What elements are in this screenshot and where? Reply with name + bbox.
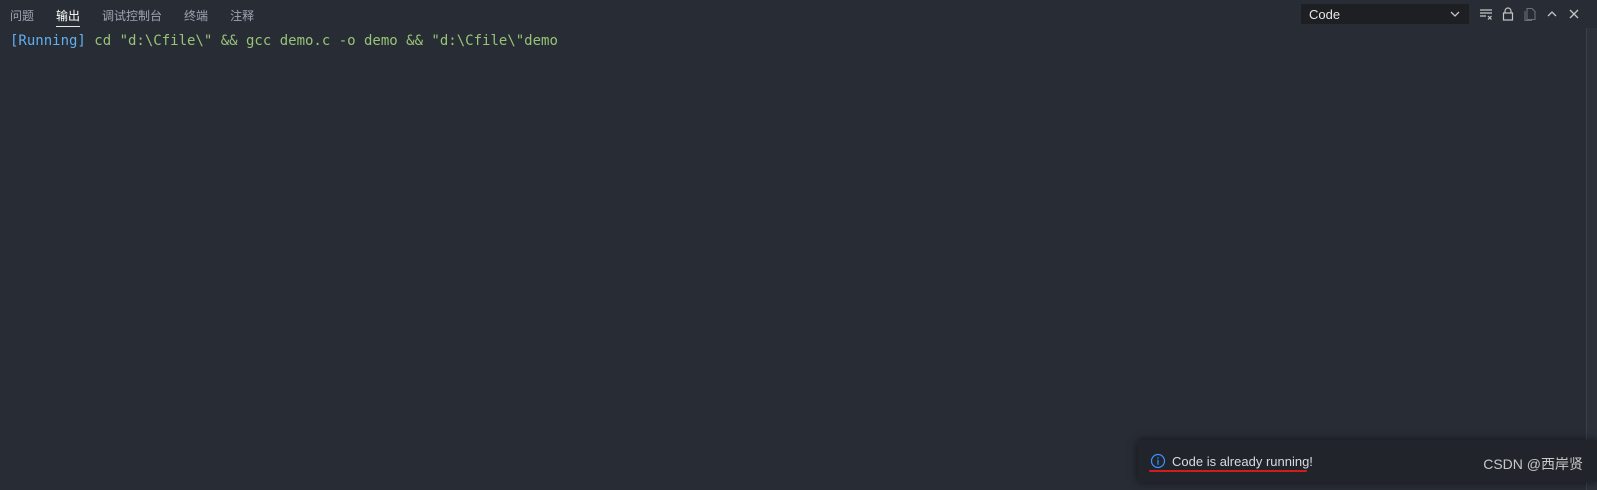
tab-output[interactable]: 输出 [56, 0, 81, 27]
run-command: cd "d:\Cfile\" && gcc demo.c -o demo && … [85, 33, 558, 49]
tab-debug-console[interactable]: 调试控制台 [102, 0, 162, 26]
lock-scroll-button[interactable] [1497, 4, 1519, 24]
annotation-underline [1149, 470, 1307, 472]
output-channel-value: Code [1309, 6, 1341, 22]
output-text: [Running] cd "d:\Cfile\" && gcc demo.c -… [10, 32, 558, 50]
tab-problems[interactable]: 问题 [10, 0, 34, 26]
output-channel-select[interactable]: Code [1301, 4, 1469, 24]
tab-terminal[interactable]: 终端 [184, 0, 208, 26]
chevron-up-icon [1547, 11, 1557, 17]
copy-icon [1524, 7, 1536, 21]
tab-comments[interactable]: 注释 [230, 0, 254, 26]
close-icon [1569, 9, 1579, 19]
clear-output-button[interactable] [1475, 4, 1497, 24]
vertical-scrollbar[interactable] [1586, 28, 1597, 490]
panel-actions: Code [1301, 4, 1585, 24]
csdn-watermark: CSDN @西岸贤 [1483, 456, 1583, 472]
output-panel: 问题 输出 调试控制台 终端 注释 Code [Running] cd "d:\… [0, 0, 1597, 490]
panel-tabs: 问题 输出 调试控制台 终端 注释 [0, 0, 266, 28]
lock-icon [1502, 7, 1514, 21]
chevron-down-icon [1450, 11, 1460, 17]
open-in-editor-button[interactable] [1519, 4, 1541, 24]
close-panel-button[interactable] [1563, 4, 1585, 24]
running-status-tag: [Running] [10, 33, 86, 49]
maximize-panel-button[interactable] [1541, 4, 1563, 24]
clear-output-icon [1480, 9, 1492, 20]
notification-message: Code is already running! [1172, 453, 1313, 469]
panel-tab-bar: 问题 输出 调试控制台 终端 注释 Code [0, 0, 1597, 28]
info-icon [1150, 453, 1166, 469]
